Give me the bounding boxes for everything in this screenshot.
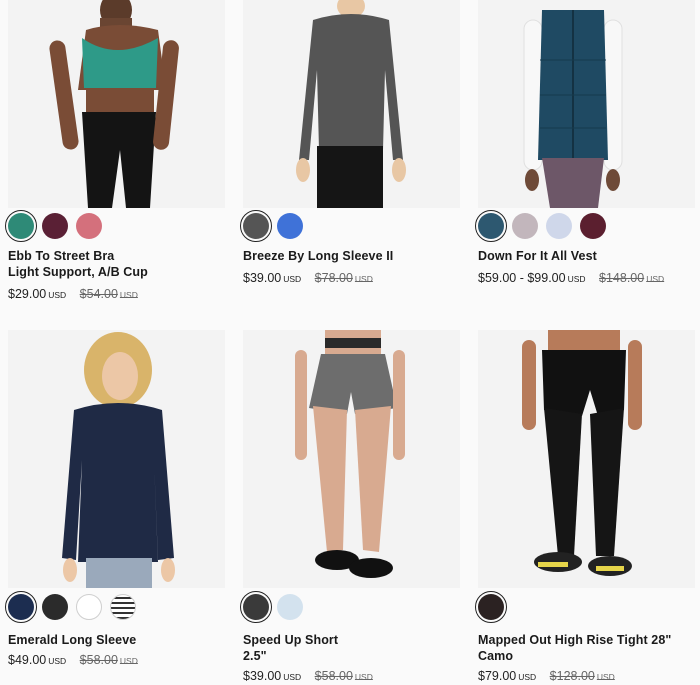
currency: USD (48, 656, 67, 666)
product-image[interactable] (8, 330, 225, 588)
currency: USD (518, 672, 537, 682)
product-name[interactable]: Speed Up Short 2.5" (243, 632, 338, 664)
sale-price: $49.00 (8, 653, 47, 667)
currency: USD (119, 656, 138, 666)
original-price: $54.00 USD (80, 287, 138, 301)
original-price-value: $148.00 (599, 271, 645, 285)
product-photo-short (243, 330, 460, 588)
color-swatch-night-diver[interactable] (475, 210, 507, 242)
color-swatches (5, 591, 136, 623)
product-name[interactable]: Breeze By Long Sleeve II (243, 248, 393, 264)
color-swatch-black-heather[interactable] (240, 591, 272, 623)
original-price: $58.00 USD (315, 669, 373, 683)
product-price: $59.00 - $99.00 USD $148.00 USD (478, 270, 664, 287)
color-swatch-stripe[interactable] (110, 594, 136, 620)
original-price: $128.00 USD (550, 669, 615, 683)
product-image[interactable] (243, 0, 460, 208)
color-swatch-plum[interactable] (42, 213, 68, 239)
product-name[interactable]: Ebb To Street Bra Light Support, A/B Cup (8, 248, 148, 280)
currency: USD (646, 274, 665, 284)
color-swatches (240, 210, 303, 242)
original-price: $58.00 USD (80, 653, 138, 667)
original-price-value: $54.00 (79, 287, 118, 301)
color-swatch-heathered-grey[interactable] (240, 210, 272, 242)
product-card[interactable]: Breeze By Long Sleeve II $39.00 USD $78.0… (240, 0, 460, 285)
product-name-line2: Camo (478, 649, 514, 663)
color-swatch-pink[interactable] (76, 213, 102, 239)
product-name-line2: 2.5" (243, 649, 267, 663)
sale-price: $29.00 (8, 287, 47, 301)
original-price-value: $58.00 (79, 653, 118, 667)
original-price-value: $128.00 (549, 669, 595, 683)
product-price: $39.00 USD $58.00 USD (243, 668, 373, 685)
original-price: $148.00 USD (599, 271, 664, 285)
color-swatch-teal[interactable] (5, 210, 37, 242)
currency: USD (596, 672, 615, 682)
product-name-line1: Down For It All Vest (478, 249, 597, 263)
product-name[interactable]: Emerald Long Sleeve (8, 632, 136, 648)
product-name-line1: Breeze By Long Sleeve II (243, 249, 394, 263)
currency: USD (567, 274, 586, 284)
product-image[interactable] (478, 0, 695, 208)
product-name-line1: Emerald Long Sleeve (8, 633, 137, 647)
product-name-line1: Speed Up Short (243, 633, 339, 647)
product-image[interactable] (478, 330, 695, 588)
color-swatch-white[interactable] (76, 594, 102, 620)
color-swatch-black[interactable] (42, 594, 68, 620)
product-card[interactable]: Mapped Out High Rise Tight 28" Camo $79.… (475, 330, 695, 683)
currency: USD (283, 672, 302, 682)
color-swatch-pale-blue[interactable] (277, 594, 303, 620)
product-card[interactable]: Emerald Long Sleeve $49.00 USD $58.00 USD (5, 330, 225, 667)
sale-price: $59.00 - $99.00 (478, 271, 566, 285)
color-swatch-navy[interactable] (5, 591, 37, 623)
sale-price: $79.00 (478, 669, 517, 683)
product-price: $49.00 USD $58.00 USD (8, 652, 138, 669)
original-price-value: $78.00 (314, 271, 353, 285)
color-swatch-burgundy[interactable] (580, 213, 606, 239)
product-price: $79.00 USD $128.00 USD (478, 668, 615, 685)
color-swatch-mauve[interactable] (512, 213, 538, 239)
product-card[interactable]: Down For It All Vest $59.00 - $99.00 USD … (475, 0, 695, 285)
product-card[interactable]: Ebb To Street Bra Light Support, A/B Cup… (5, 0, 225, 301)
currency: USD (48, 290, 67, 300)
product-photo-bra (8, 0, 225, 208)
product-photo-tight (478, 330, 695, 588)
original-price-value: $58.00 (314, 669, 353, 683)
product-card[interactable]: Speed Up Short 2.5" $39.00 USD $58.00 USD (240, 330, 460, 683)
sale-price: $39.00 (243, 669, 282, 683)
product-name-line1: Mapped Out High Rise Tight 28" (478, 633, 672, 647)
sale-price: $39.00 (243, 271, 282, 285)
color-swatch-light-blue[interactable] (546, 213, 572, 239)
product-price: $29.00 USD $54.00 USD (8, 286, 138, 303)
product-photo-long-sleeve (243, 0, 460, 208)
currency: USD (119, 290, 138, 300)
color-swatch-black-camo[interactable] (475, 591, 507, 623)
currency: USD (354, 672, 373, 682)
color-swatches (475, 591, 507, 623)
product-price: $39.00 USD $78.00 USD (243, 270, 373, 287)
color-swatches (5, 210, 102, 242)
product-image[interactable] (243, 330, 460, 588)
product-image[interactable] (8, 0, 225, 208)
color-swatches (240, 591, 303, 623)
product-photo-vest (478, 0, 695, 208)
product-photo-emerald-long-sleeve (8, 330, 225, 588)
currency: USD (354, 274, 373, 284)
product-name[interactable]: Mapped Out High Rise Tight 28" Camo (478, 632, 671, 664)
color-swatches (475, 210, 606, 242)
original-price: $78.00 USD (315, 271, 373, 285)
product-name-line1: Ebb To Street Bra (8, 249, 115, 263)
color-swatch-blue[interactable] (277, 213, 303, 239)
product-name[interactable]: Down For It All Vest (478, 248, 597, 264)
product-name-line2: Light Support, A/B Cup (8, 265, 148, 279)
currency: USD (283, 274, 302, 284)
